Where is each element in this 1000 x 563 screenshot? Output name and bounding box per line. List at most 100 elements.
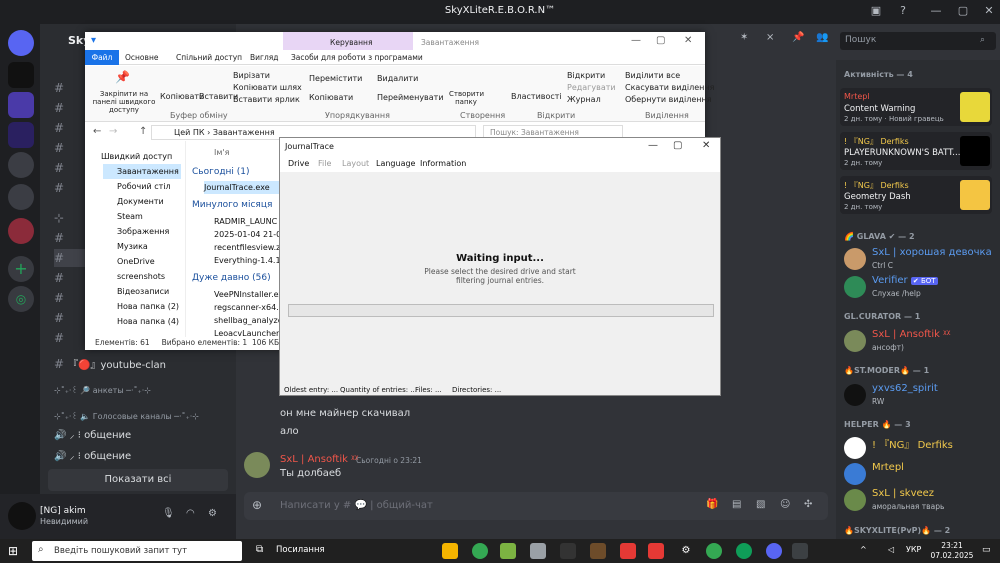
gif-icon[interactable]: ▤ bbox=[732, 499, 741, 510]
search-input[interactable]: Пошук ⌕ bbox=[840, 32, 996, 50]
add-attachment-icon[interactable]: ⊕ bbox=[252, 498, 262, 512]
select-all-button[interactable]: Виділити все bbox=[625, 71, 680, 80]
group-long-ago[interactable]: Дуже давно (56) bbox=[192, 272, 271, 285]
maximize-button[interactable]: ▢ bbox=[656, 35, 665, 46]
select-none-button[interactable]: Скасувати виділення bbox=[625, 83, 714, 92]
minecraft-icon[interactable] bbox=[590, 543, 606, 559]
up-icon[interactable]: ↑ bbox=[139, 126, 147, 137]
headphones-icon[interactable]: ◠ bbox=[186, 508, 195, 519]
activity-card[interactable]: ! 『NG』 Derfiks Geometry Dash 2 дн. тому bbox=[840, 176, 992, 214]
tab-view[interactable]: Вигляд bbox=[250, 53, 278, 62]
windows-start-icon[interactable]: ⊞ bbox=[8, 544, 18, 558]
history-button[interactable]: Журнал bbox=[567, 95, 601, 104]
maximize-button[interactable]: ▢ bbox=[955, 3, 971, 19]
file-item[interactable]: shellbag_analyze bbox=[214, 314, 279, 327]
channel-item[interactable]: # bbox=[54, 79, 68, 97]
add-server-icon[interactable]: + bbox=[8, 256, 34, 282]
task-view-icon[interactable]: ⧉ bbox=[256, 544, 263, 555]
language-indicator[interactable]: УКР bbox=[906, 545, 921, 554]
nav-documents[interactable]: Документи bbox=[117, 194, 164, 209]
properties-button[interactable]: Властивості bbox=[511, 92, 562, 101]
app-icon[interactable] bbox=[648, 543, 664, 559]
edge-icon[interactable] bbox=[736, 543, 752, 559]
cut-button[interactable]: Вирізати bbox=[233, 71, 270, 80]
inbox-icon[interactable]: ▣ bbox=[868, 3, 884, 19]
file-item[interactable]: recentfilesview.z bbox=[214, 241, 279, 254]
back-icon[interactable]: ← bbox=[93, 126, 101, 137]
paste-link-button[interactable]: Вставити ярлик bbox=[233, 95, 300, 104]
message-input[interactable]: ⊕ Написати у # 💬 | общий-чат 🎁 ▤ ▧ ☺ ✣ bbox=[244, 492, 828, 520]
gift-icon[interactable]: 🎁 bbox=[706, 499, 718, 510]
nav-steam[interactable]: Steam bbox=[117, 209, 143, 224]
chrome-icon[interactable] bbox=[472, 543, 488, 559]
taskbar-app-label[interactable]: Посилання bbox=[276, 545, 325, 555]
app-icon[interactable] bbox=[620, 543, 636, 559]
nav-folder-2[interactable]: Нова папка (2) bbox=[117, 299, 179, 314]
server-icon[interactable] bbox=[8, 218, 34, 244]
members-icon[interactable]: 👥 bbox=[816, 32, 828, 43]
edit-button[interactable]: Редагувати bbox=[567, 83, 616, 92]
channel-item[interactable]: # bbox=[54, 289, 68, 307]
gear-icon[interactable]: ⚙ bbox=[208, 508, 217, 519]
tab-file[interactable]: Файл bbox=[85, 50, 119, 65]
server-icon[interactable] bbox=[8, 92, 34, 118]
tray-up-icon[interactable]: ^ bbox=[860, 545, 867, 554]
nav-downloads[interactable]: Завантаження bbox=[103, 164, 181, 179]
move-button[interactable]: Перемістити bbox=[309, 74, 362, 83]
file-item[interactable]: VeePNInstaller.ex bbox=[214, 288, 279, 301]
channel-youtube[interactable]: # 『🔴』youtube-clan bbox=[54, 355, 166, 373]
clock-date[interactable]: 07.02.2025 bbox=[928, 551, 976, 560]
discord-icon[interactable] bbox=[766, 543, 782, 559]
delete-button[interactable]: Видалити bbox=[377, 74, 418, 83]
file-item[interactable]: Everything-1.4.1. bbox=[214, 254, 279, 267]
new-folder-button[interactable]: Створити папку bbox=[449, 90, 484, 106]
mute-icon[interactable]: ⨯ bbox=[766, 32, 774, 43]
app-icon[interactable] bbox=[560, 543, 576, 559]
mic-icon[interactable]: 🎙 bbox=[162, 508, 175, 519]
activity-card[interactable]: Mrtepl Content Warning 2 дн. тому · Нови… bbox=[840, 88, 992, 126]
maximize-button[interactable]: ▢ bbox=[673, 140, 682, 151]
close-button[interactable]: ✕ bbox=[684, 35, 692, 46]
tab-share[interactable]: Спільний доступ bbox=[176, 53, 242, 62]
emoji-icon[interactable]: ☺ bbox=[780, 499, 790, 510]
tab-app-tools[interactable]: Засоби для роботи з програмами bbox=[291, 53, 423, 62]
voice-channel-2[interactable]: 🔊 ⸝ ⁝ общение bbox=[54, 448, 131, 466]
nav-onedrive[interactable]: OneDrive bbox=[117, 254, 155, 269]
member-item[interactable]: SxL | skveez аморальная тварь bbox=[844, 487, 994, 517]
file-item[interactable]: regscanner-x64.z bbox=[214, 301, 279, 314]
server-folder-icon[interactable] bbox=[8, 152, 34, 178]
nav-quick-access[interactable]: Швидкий доступ bbox=[101, 149, 172, 164]
server-icon[interactable] bbox=[8, 122, 34, 148]
discord-home-icon[interactable] bbox=[8, 30, 34, 56]
copy-to-button[interactable]: Копіювати bbox=[309, 93, 353, 102]
taskbar-search[interactable]: ⌕ Введіть пошуковий запит тут bbox=[32, 541, 242, 561]
channel-item[interactable]: # bbox=[54, 159, 68, 177]
menu-drive[interactable]: Drive bbox=[288, 159, 309, 168]
group-today[interactable]: Сьогодні (1) bbox=[192, 166, 250, 179]
category-voice[interactable]: ⊹˚₊·꒰ 🔈 Голосовые каналы ─·˚₊·⊹ bbox=[54, 408, 199, 426]
sticker-icon[interactable]: ▧ bbox=[756, 499, 765, 510]
copy-path-button[interactable]: Копіювати шлях bbox=[233, 83, 302, 92]
file-item[interactable]: LeoacvLauncher bbox=[214, 327, 279, 337]
open-button[interactable]: Відкрити bbox=[567, 71, 605, 80]
speaker-icon[interactable]: ◁ bbox=[888, 545, 894, 554]
menu-language[interactable]: Language bbox=[376, 159, 415, 168]
channel-item[interactable]: # bbox=[54, 99, 68, 117]
gear-icon[interactable]: ⚙ bbox=[678, 543, 694, 559]
channel-category[interactable]: ⊹ bbox=[54, 209, 68, 227]
group-last-month[interactable]: Минулого місяця bbox=[192, 199, 272, 212]
column-name[interactable]: Ім'я bbox=[214, 146, 229, 159]
pin-button[interactable]: Закріпити на панелі швидкого доступу bbox=[89, 90, 159, 114]
minimize-button[interactable]: — bbox=[648, 140, 658, 151]
tab-home[interactable]: Основне bbox=[125, 53, 158, 62]
menu-layout[interactable]: Layout bbox=[342, 159, 369, 168]
nav-folder-4[interactable]: Нова папка (4) bbox=[117, 314, 179, 329]
channel-item[interactable]: # bbox=[54, 309, 68, 327]
file-item[interactable]: 2025-01-04 21-0 bbox=[214, 228, 279, 241]
quick-access-icon[interactable]: ▾ bbox=[91, 35, 96, 46]
minimize-button[interactable]: — bbox=[631, 35, 641, 46]
close-button[interactable]: ✕ bbox=[702, 140, 710, 151]
channel-item[interactable]: # bbox=[54, 119, 68, 137]
help-icon[interactable]: ? bbox=[895, 3, 911, 19]
activity-card[interactable]: ! 『NG』 Derfiks PLAYERUNKNOWN'S BATT... 2… bbox=[840, 132, 992, 170]
